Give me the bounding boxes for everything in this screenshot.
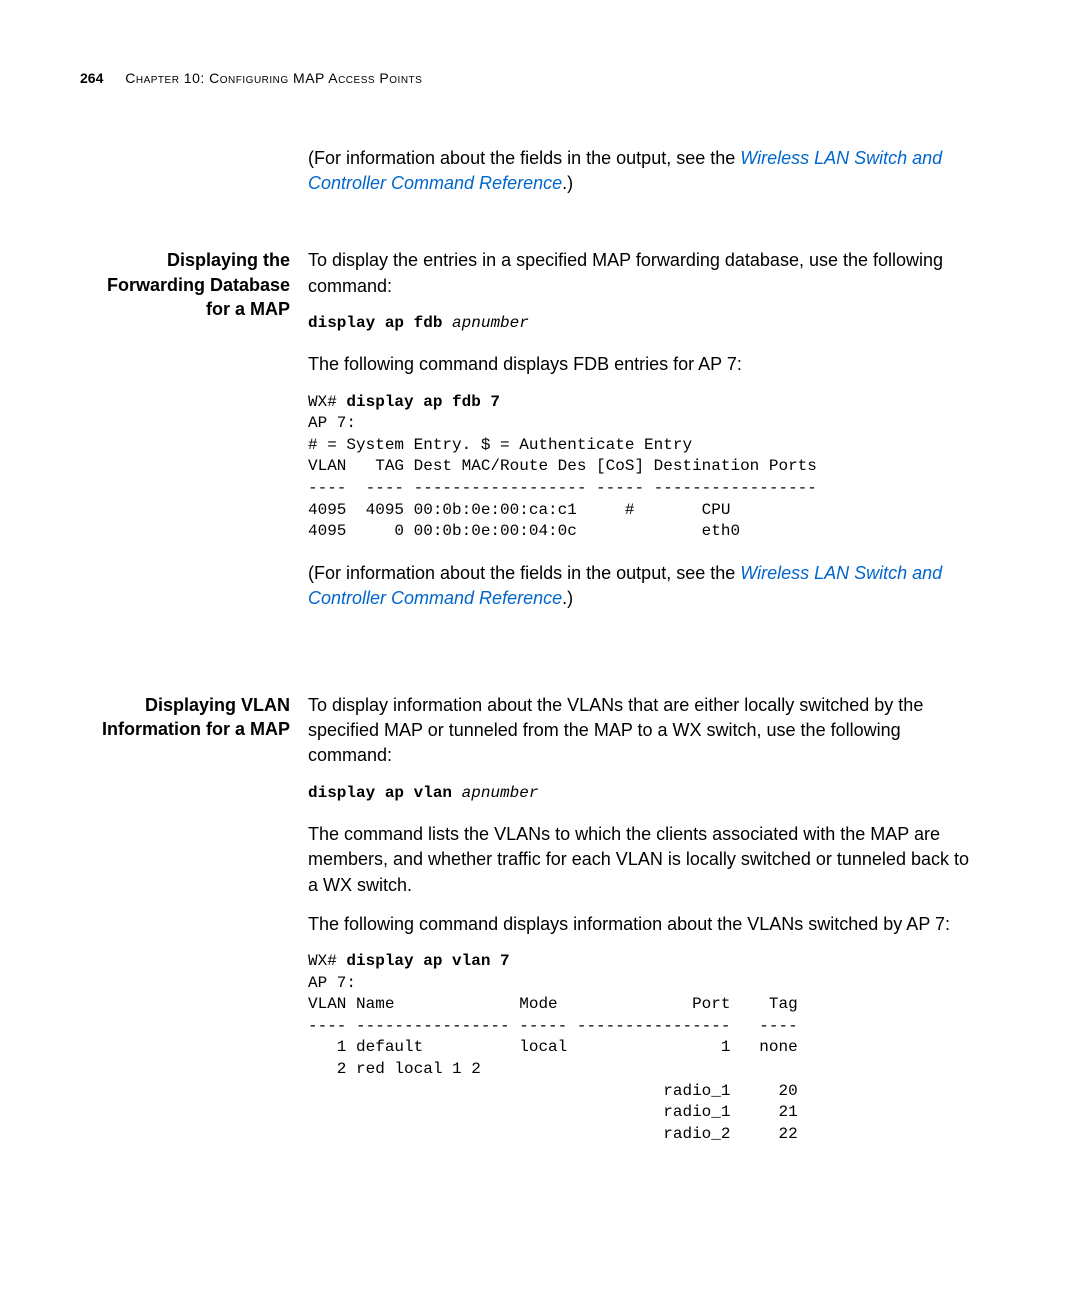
ref-close: .) (562, 173, 573, 193)
section2-intro: To display information about the VLANs t… (308, 693, 980, 769)
cmd-arg: apnumber (462, 784, 539, 802)
section1-intro: To display the entries in a specified MA… (308, 248, 980, 298)
out-prompt: WX# (308, 393, 346, 411)
section-title-fdb: Displaying the Forwarding Database for a… (80, 248, 308, 625)
out-body: AP 7: # = System Entry. $ = Authenticate… (308, 414, 817, 540)
section1-output: WX# display ap fdb 7 AP 7: # = System En… (308, 392, 980, 543)
section1-reference: (For information about the fields in the… (308, 561, 980, 611)
ref-close: .) (562, 588, 573, 608)
cmd-arg: apnumber (452, 314, 529, 332)
ref-intro: (For information about the fields in the… (308, 563, 740, 583)
section2-desc1: The command lists the VLANs to which the… (308, 822, 980, 898)
out-cmd: display ap vlan 7 (346, 952, 509, 970)
ref-intro: (For information about the fields in the… (308, 148, 740, 168)
chapter-label: Chapter 10: Configuring MAP Access Point… (125, 70, 422, 86)
out-cmd: display ap fdb 7 (346, 393, 500, 411)
section2-desc2: The following command displays informati… (308, 912, 980, 937)
section2-output: WX# display ap vlan 7 AP 7: VLAN Name Mo… (308, 951, 980, 1145)
cmd-bold: display ap vlan (308, 784, 462, 802)
running-header: 264 Chapter 10: Configuring MAP Access P… (80, 70, 980, 86)
reference-paragraph: (For information about the fields in the… (308, 146, 980, 196)
section1-command: display ap fdb apnumber (308, 313, 980, 335)
section-title-vlan: Displaying VLAN Information for a MAP (80, 693, 308, 1163)
out-body: AP 7: VLAN Name Mode Port Tag ---- -----… (308, 974, 798, 1143)
out-prompt: WX# (308, 952, 346, 970)
section1-desc: The following command displays FDB entri… (308, 352, 980, 377)
page-number: 264 (80, 70, 103, 86)
cmd-bold: display ap fdb (308, 314, 452, 332)
section2-command: display ap vlan apnumber (308, 783, 980, 805)
